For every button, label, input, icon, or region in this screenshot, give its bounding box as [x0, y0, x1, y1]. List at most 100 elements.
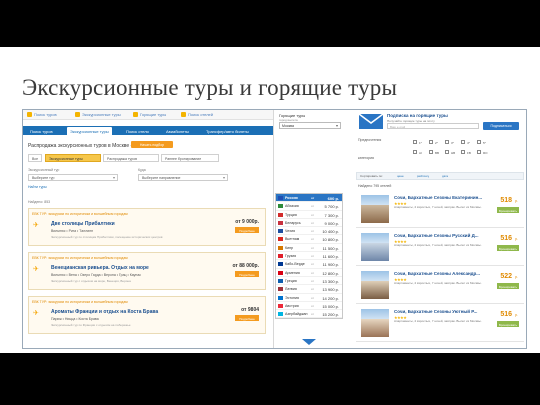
- hotel-row[interactable]: Сочи, Бархатные Сезоны Екатеринин... ★★★★…: [356, 192, 524, 228]
- sort-date[interactable]: дате: [442, 175, 448, 178]
- hotel-name[interactable]: Сочи, Бархатные Сезоны Русский Д...: [394, 233, 479, 238]
- chevron-down-icon[interactable]: [302, 339, 316, 345]
- country-price: 10 800 р.: [322, 237, 339, 243]
- from-label: от: [311, 278, 314, 283]
- filter-checkbox[interactable]: [477, 150, 481, 154]
- country-row[interactable]: Абхазия от 5 700 р.: [276, 202, 342, 211]
- hotel-photo[interactable]: [361, 195, 389, 223]
- filter-sale[interactable]: Распродажа туров: [103, 154, 159, 162]
- topnav-excursions[interactable]: Экскурсионные туры: [82, 112, 121, 117]
- country-row[interactable]: Кипр от 11 500 р.: [276, 244, 342, 253]
- country-row[interactable]: Беларусь от 9 000 р.: [276, 219, 342, 228]
- country-row[interactable]: Австрия от 15 000 р.: [276, 302, 342, 311]
- tour-card[interactable]: ЕВК ТУР: экскурсии по исторически и волш…: [28, 296, 266, 334]
- plane-icon: ✈: [33, 310, 39, 317]
- filter-checkbox[interactable]: [461, 140, 465, 144]
- country-row[interactable]: Грузия от 11 600 р.: [276, 252, 342, 261]
- book-button[interactable]: Бронировать: [497, 321, 519, 327]
- filter-checkbox[interactable]: [413, 150, 417, 154]
- book-button[interactable]: Бронировать: [497, 283, 519, 289]
- flag-icon: [278, 295, 283, 300]
- top-nav: Поиск туров Экскурсионные туры Горящие т…: [23, 110, 273, 120]
- filter-checkbox[interactable]: [477, 140, 481, 144]
- filter-checkbox[interactable]: [445, 140, 449, 144]
- hotel-name[interactable]: Сочи, Бархатные Сезоны Екатеринин...: [394, 195, 482, 200]
- tour-type-select[interactable]: Выберите тур: [28, 174, 118, 181]
- country-row[interactable]: Греция от 13 300 р.: [276, 277, 342, 286]
- departure-city-select[interactable]: Москва: [279, 122, 341, 129]
- hotel-row[interactable]: Сочи, Бархатные Сезоны Русский Д... ★★★★ А…: [356, 230, 524, 266]
- search-link[interactable]: Найти туры: [28, 185, 47, 189]
- book-button[interactable]: Бронировать: [497, 245, 519, 251]
- card-header: ЕВК ТУР: экскурсии по исторически и волш…: [32, 300, 128, 304]
- tour-card[interactable]: ЕВК ТУР: экскурсии по исторически и волш…: [28, 252, 266, 290]
- tour-desc: Экскурсионный тур по Франции с отдыхом н…: [51, 323, 131, 327]
- hotel-photo[interactable]: [361, 309, 389, 337]
- tour-desc: Экскурсионный тур по столицам Прибалтики…: [51, 235, 163, 239]
- tour-card[interactable]: ЕВК ТУР: экскурсии по исторически и волш…: [28, 208, 266, 246]
- details-button[interactable]: Подробнее: [235, 271, 259, 277]
- tour-name[interactable]: Ароматы Франции и отдых на Коста Брава: [51, 309, 158, 315]
- country-name: Азербайджан: [285, 312, 308, 317]
- country-row[interactable]: Кабо-Верде от 11 900 р.: [276, 260, 342, 269]
- email-field[interactable]: Ваш e-mail: [387, 123, 479, 129]
- country-row[interactable]: Вьетнам от 10 800 р.: [276, 235, 342, 244]
- country-name: Латвия: [285, 287, 297, 292]
- filter-checkbox[interactable]: [429, 140, 433, 144]
- tab-flights[interactable]: Авиабилеты: [163, 127, 192, 135]
- tour-route: Вильнюс • Вена • Озеро Гарда • Верона • …: [51, 273, 142, 277]
- country-name: Абхазия: [285, 204, 299, 209]
- tab-tours[interactable]: Поиск туров: [27, 127, 56, 135]
- tab-excursions[interactable]: Экскурсионные туры: [67, 127, 112, 135]
- country-row[interactable]: Россия от 600 р.: [276, 194, 342, 203]
- sort-price[interactable]: цене: [397, 175, 404, 178]
- details-button[interactable]: Подробнее: [235, 315, 259, 321]
- filter-checkbox[interactable]: [429, 150, 433, 154]
- filter-all[interactable]: Все: [28, 154, 43, 162]
- checkbox-label: 3*: [451, 140, 454, 145]
- flag-icon: [278, 229, 283, 234]
- tour-name[interactable]: Две столицы Прибалтики: [51, 221, 115, 227]
- from-label: от: [311, 212, 314, 217]
- topnav-hot[interactable]: Горящие туры: [140, 112, 166, 117]
- from-label: от: [311, 312, 314, 317]
- flag-icon: [278, 312, 283, 317]
- hotel-name[interactable]: Сочи, Бархатные Сезоны Александр...: [394, 271, 480, 276]
- hotel-row[interactable]: Сочи, Бархатные Сезоны Александр... ★★★★ А…: [356, 268, 524, 304]
- filter-early[interactable]: Раннее бронирование: [161, 154, 219, 162]
- country-row[interactable]: Турция от 7 300 р.: [276, 211, 342, 219]
- country-row[interactable]: Чехия от 10 400 р.: [276, 227, 342, 236]
- start-selection-button[interactable]: Начать подбор: [131, 141, 173, 148]
- tab-hotel[interactable]: Поиск отеля: [123, 127, 152, 135]
- tour-route: Париж • Ницца • Коста Брава: [51, 317, 99, 321]
- hotel-photo[interactable]: [361, 233, 389, 261]
- subscribe-button[interactable]: Подписаться: [483, 122, 519, 130]
- hotel-currency: р.: [515, 275, 518, 279]
- filter-checkbox[interactable]: [413, 140, 417, 144]
- book-button[interactable]: Бронировать: [497, 207, 519, 213]
- sort-rating[interactable]: рейтингу: [417, 175, 429, 178]
- details-button[interactable]: Подробнее: [235, 227, 259, 233]
- topnav-tours[interactable]: Поиск туров: [34, 112, 57, 117]
- tab-transfer[interactable]: Трансфер/авто билеты: [203, 127, 252, 135]
- hotel-photo[interactable]: [361, 271, 389, 299]
- topnav-hotels[interactable]: Поиск отелей: [188, 112, 213, 117]
- tour-name[interactable]: Венецианская ривьера. Отдых на море: [51, 265, 149, 271]
- country-row[interactable]: Латвия от 13 900 р.: [276, 285, 342, 294]
- filter-checkbox[interactable]: [445, 150, 449, 154]
- tour-price: от 9 000р.: [235, 219, 259, 225]
- country-row[interactable]: Армения от 12 800 р.: [276, 269, 342, 277]
- filter-checkbox[interactable]: [461, 150, 465, 154]
- results-count: Найдено 795 отелей: [358, 184, 392, 188]
- country-row[interactable]: Эстония от 14 200 р.: [276, 294, 342, 302]
- destination-select[interactable]: Выберите направление: [138, 174, 228, 181]
- checkbox-label: 1*: [419, 140, 422, 145]
- country-name: Грузия: [285, 254, 297, 259]
- country-row[interactable]: Азербайджан от 15 200 р.: [276, 310, 342, 319]
- hotel-name[interactable]: Сочи, Бархатные Сезоны Уютный Р...: [394, 309, 477, 314]
- excursion-icon: [75, 112, 80, 117]
- sort-bar: Сортировать по: цене рейтингу дате: [356, 172, 524, 180]
- filter-excursion[interactable]: Экскурсионные туры: [45, 154, 101, 162]
- where-label: Куда: [138, 168, 146, 172]
- hotel-row[interactable]: Сочи, Бархатные Сезоны Уютный Р... ★★★★ Ап…: [356, 306, 524, 342]
